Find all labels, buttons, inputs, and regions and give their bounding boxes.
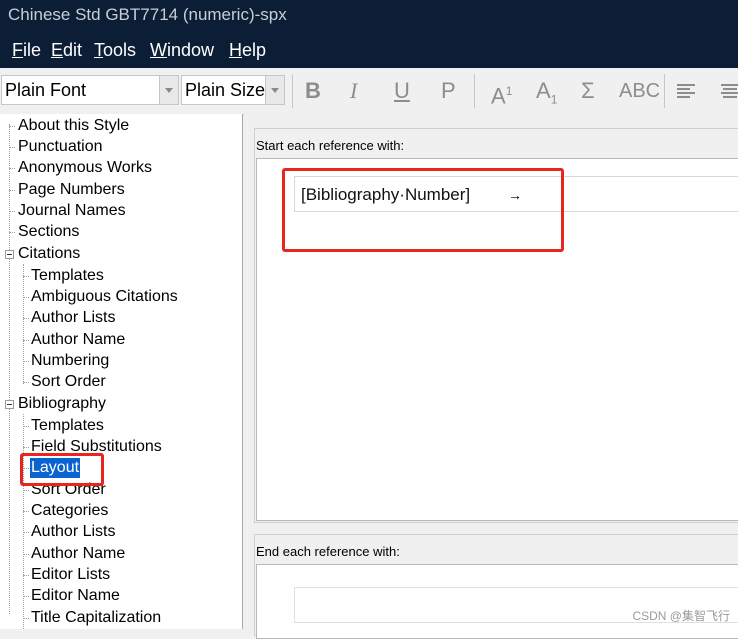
menu-bar: File Edit Tools Window Help [0, 34, 738, 68]
smallcaps-button[interactable]: ABC [619, 76, 660, 106]
tree-item-anonymous-works[interactable]: Anonymous Works [18, 158, 152, 178]
highlight-box [282, 168, 564, 252]
toolbar-separator [474, 74, 475, 108]
format-toolbar: Plain Font Plain Size B I U P A1 A1 Σ AB… [0, 68, 738, 115]
tree-connector [9, 211, 15, 212]
tree-item-citations[interactable]: Citations [18, 244, 80, 264]
plain-button[interactable]: P [441, 76, 456, 106]
superscript-button[interactable]: A1 [491, 76, 513, 109]
tree-connector [23, 511, 29, 512]
window-title: Chinese Std GBT7714 (numeric)-spx [8, 5, 287, 24]
menu-tools[interactable]: Tools [94, 40, 136, 61]
collapse-citations-icon[interactable] [5, 250, 14, 259]
tree-connector [23, 532, 29, 533]
tree-connector [23, 490, 29, 491]
size-select[interactable]: Plain Size [181, 75, 285, 105]
font-select-value: Plain Font [5, 80, 87, 100]
tree-item-editor-lists[interactable]: Editor Lists [31, 565, 110, 585]
menu-edit[interactable]: Edit [51, 40, 82, 61]
size-select-value: Plain Size [185, 80, 266, 100]
tree-connector [23, 382, 29, 383]
tree-item-citations-author-name[interactable]: Author Name [31, 330, 125, 350]
tree-item-citations-author-lists[interactable]: Author Lists [31, 308, 115, 328]
tree-item-page-numbers[interactable]: Page Numbers [18, 180, 125, 200]
tree-connector [23, 596, 29, 597]
tree-item-bibliography-author-name[interactable]: Author Name [31, 544, 125, 564]
superscript-mark: 1 [505, 84, 513, 98]
tree-connector [9, 232, 15, 233]
align-left-icon[interactable] [677, 84, 695, 98]
style-tree: About this Style Punctuation Anonymous W… [0, 114, 243, 629]
symbol-button[interactable]: Σ [581, 76, 595, 106]
font-select[interactable]: Plain Font [1, 75, 179, 105]
tree-item-numbering[interactable]: Numbering [31, 351, 109, 371]
subscript-letter: A [536, 78, 551, 103]
tree-connector [9, 147, 15, 148]
title-bar: Chinese Std GBT7714 (numeric)-spx [0, 0, 738, 34]
layout-pane: Start each reference with: [Bibliography… [244, 114, 738, 639]
tree-item-citations-templates[interactable]: Templates [31, 266, 104, 286]
tree-item-ambiguous-citations[interactable]: Ambiguous Citations [31, 287, 178, 307]
tree-item-punctuation[interactable]: Punctuation [18, 137, 103, 157]
tree-item-title-capitalization[interactable]: Title Capitalization [31, 608, 161, 628]
tree-connector [23, 575, 29, 576]
tree-item-bibliography-author-lists[interactable]: Author Lists [31, 522, 115, 542]
tree-item-bibliography[interactable]: Bibliography [18, 394, 106, 414]
tree-connector [23, 618, 29, 619]
tree-connector [23, 264, 24, 384]
tree-connector [9, 124, 10, 614]
tree-item-categories[interactable]: Categories [31, 501, 108, 521]
start-reference-label: Start each reference with: [256, 138, 405, 153]
toolbar-separator [664, 74, 665, 108]
tree-item-bibliography-templates[interactable]: Templates [31, 416, 104, 436]
tree-item-sections[interactable]: Sections [18, 222, 79, 242]
tree-connector [9, 190, 15, 191]
tree-item-editor-name[interactable]: Editor Name [31, 586, 120, 606]
subscript-mark: 1 [550, 92, 558, 107]
tree-item-citations-sort-order[interactable]: Sort Order [31, 372, 106, 392]
tree-item-about-this-style[interactable]: About this Style [18, 116, 129, 136]
tree-connector [23, 361, 29, 362]
watermark: CSDN @集智飞行 [632, 609, 730, 623]
align-center-icon[interactable] [721, 84, 738, 98]
underline-button[interactable]: U [394, 76, 410, 106]
tree-connector [23, 340, 29, 341]
menu-window[interactable]: Window [150, 40, 214, 61]
highlight-box [20, 453, 104, 486]
collapse-bibliography-icon[interactable] [5, 400, 14, 409]
tree-connector [23, 318, 29, 319]
menu-help[interactable]: Help [229, 40, 266, 61]
tree-connector [23, 554, 29, 555]
menu-file[interactable]: File [12, 40, 41, 61]
tree-connector [23, 276, 29, 277]
bold-button[interactable]: B [305, 76, 321, 106]
toolbar-separator [292, 74, 293, 108]
tree-connector [9, 126, 15, 127]
end-reference-editor[interactable] [256, 564, 738, 639]
size-dropdown-icon[interactable] [265, 76, 284, 104]
tree-connector [23, 297, 29, 298]
tree-connector [23, 447, 29, 448]
font-dropdown-icon[interactable] [159, 76, 178, 104]
superscript-letter: A [491, 83, 506, 109]
tree-connector [9, 168, 15, 169]
subscript-button[interactable]: A1 [536, 76, 557, 106]
tree-connector [23, 426, 29, 427]
tree-item-journal-names[interactable]: Journal Names [18, 201, 126, 221]
italic-button[interactable]: I [350, 76, 357, 106]
end-reference-label: End each reference with: [256, 544, 400, 559]
